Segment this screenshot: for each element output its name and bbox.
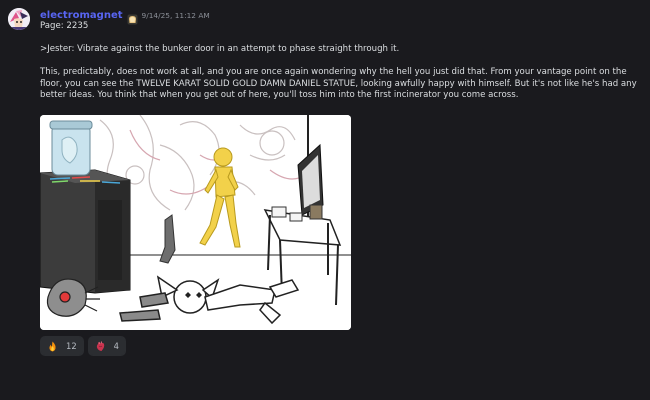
fire-icon [47,341,58,352]
story-text: This, predictably, does not work at all,… [40,67,637,100]
message-content: Page: 2235 >Jester: Vibrate against the … [40,21,640,102]
anatomical-heart-icon [95,340,106,352]
reaction-anatomical-heart[interactable]: 4 [87,336,127,356]
chat-message: electromagnet 9/14/25, 11:12 AM Page: 22… [0,0,650,400]
reactions-bar: 12 4 [40,336,127,356]
comic-image-attachment[interactable] [40,115,351,330]
reaction-count: 4 [113,341,120,351]
author-name[interactable]: electromagnet [40,10,123,21]
reaction-count: 12 [66,341,77,351]
page-number-text: Page: 2235 [40,21,89,31]
command-text: >Jester: Vibrate against the bunker door… [40,44,400,54]
message-timestamp: 9/14/25, 11:12 AM [141,10,210,20]
author-avatar[interactable] [8,8,30,30]
reaction-fire[interactable]: 12 [40,336,84,356]
bread-icon [127,10,138,24]
